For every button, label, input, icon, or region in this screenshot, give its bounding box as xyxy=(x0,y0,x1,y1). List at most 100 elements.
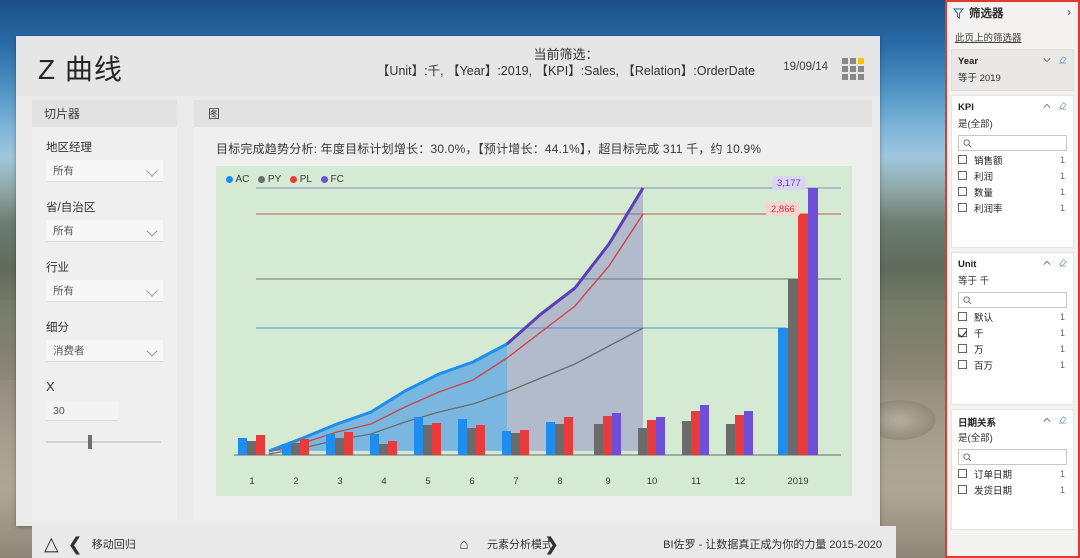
chart-plot-area[interactable]: AC PY PL FC 3,177 2,866 1 2 3 4 5 6 7 8 … xyxy=(216,166,852,496)
x-tick-label: 3 xyxy=(337,476,343,487)
x-value-field[interactable]: 30 xyxy=(46,401,118,421)
current-filter-summary: 当前筛选： 【Unit】:千, 【Year】:2019, 【KPI】:Sales… xyxy=(346,46,786,80)
report-header: Z 曲线 当前筛选： 【Unit】:千, 【Year】:2019, 【KPI】:… xyxy=(16,36,880,96)
chevron-left-icon[interactable]: ❮ xyxy=(68,535,83,553)
slicer-dropdown-segment[interactable]: 消费者 xyxy=(46,340,163,362)
slicer-dropdown-province[interactable]: 所有 xyxy=(46,220,163,242)
filter-card-kpi[interactable]: KPI 是(全部) 销售额 1 利润 1 数量 1 利润率 1 xyxy=(951,95,1074,248)
checkbox-icon[interactable] xyxy=(958,312,967,321)
filter-option-label: 默认 xyxy=(974,312,994,324)
chevron-down-icon xyxy=(146,165,158,177)
filter-option[interactable]: 订单日期 1 xyxy=(958,466,1067,481)
chevron-up-icon[interactable] xyxy=(1043,259,1051,267)
page-title: Z 曲线 xyxy=(38,54,123,85)
home-icon[interactable]: ⌂ xyxy=(459,536,468,553)
filter-pane-header: 筛选器 › xyxy=(947,2,1078,24)
checkbox-icon-checked[interactable] xyxy=(958,328,967,337)
slicer-dropdown-industry[interactable]: 所有 xyxy=(46,280,163,302)
filter-card-unit[interactable]: Unit 等于 千 默认 1 千 1 万 1 百万 1 xyxy=(951,252,1074,405)
filter-pane-title: 筛选器 xyxy=(969,8,1004,20)
bar-py xyxy=(335,438,344,455)
filter-option[interactable]: 数量 1 xyxy=(958,184,1067,199)
grid-cell xyxy=(858,66,864,72)
checkbox-icon[interactable] xyxy=(958,469,967,478)
slicer-panel-body: 地区经理 所有 省/自治区 所有 行业 所有 细分 消费者 X 30 xyxy=(32,127,177,449)
slicer-value: 所有 xyxy=(53,225,74,237)
chevron-up-icon[interactable] xyxy=(1043,102,1051,110)
filter-search-kpi[interactable] xyxy=(958,135,1067,151)
chevron-up-icon[interactable]: △ xyxy=(44,535,59,554)
chevron-right-icon[interactable]: › xyxy=(1067,6,1071,18)
x-slider[interactable] xyxy=(46,435,161,449)
slicer-group-segment: 细分 消费者 xyxy=(46,319,163,362)
filter-card-year[interactable]: Year 等于 2019 xyxy=(951,49,1074,91)
x-tick-label: 10 xyxy=(646,476,658,487)
checkbox-icon[interactable] xyxy=(958,203,967,212)
bar-py xyxy=(638,428,647,455)
chevron-down-icon[interactable] xyxy=(1043,56,1051,64)
chart-panel: 图 目标完成趋势分析: 年度目标计划增长：30.0%，【预计增长：44.1%】，… xyxy=(194,100,872,520)
erase-icon[interactable] xyxy=(1058,55,1067,64)
data-label-pl: 2,866 xyxy=(766,202,800,216)
filter-option[interactable]: 百万 1 xyxy=(958,357,1067,372)
filter-option-count: 1 xyxy=(1059,186,1065,197)
checkbox-icon[interactable] xyxy=(958,344,967,353)
grid-icon[interactable] xyxy=(842,58,864,80)
checkbox-icon[interactable] xyxy=(958,187,967,196)
bar-total-pl xyxy=(798,214,808,455)
x-tick-label: 2019 xyxy=(787,476,809,487)
bar-pl xyxy=(564,417,573,455)
checkbox-icon[interactable] xyxy=(958,171,967,180)
filter-option-label: 订单日期 xyxy=(974,469,1013,481)
filter-summary-heading: 当前筛选： xyxy=(533,47,599,62)
filter-card-date-relation[interactable]: 日期关系 是(全部) 订单日期 1 发货日期 1 xyxy=(951,409,1074,530)
slicer-label: 行业 xyxy=(46,262,69,274)
filter-option[interactable]: 发货日期 1 xyxy=(958,482,1067,497)
chevron-down-icon xyxy=(146,285,158,297)
filter-option[interactable]: 销售额 1 xyxy=(958,152,1067,167)
bar-ac xyxy=(370,434,379,455)
filter-option[interactable]: 千 1 xyxy=(958,325,1067,340)
filter-card-name: Unit xyxy=(958,259,977,270)
erase-icon[interactable] xyxy=(1058,258,1067,267)
filter-option-count: 1 xyxy=(1059,202,1065,213)
grid-cell xyxy=(850,58,856,64)
bar-fc xyxy=(700,405,709,455)
chevron-right-icon[interactable]: ❯ xyxy=(544,535,559,553)
filter-option-label: 万 xyxy=(974,344,984,356)
filter-pane: 筛选器 › 此页上的筛选器 Year 等于 2019 KPI 是(全部) 销售额… xyxy=(945,0,1080,558)
bar-ac xyxy=(326,434,335,455)
slicer-label-x: X xyxy=(46,379,55,394)
bar-ac xyxy=(414,417,423,455)
slicer-label: 省/自治区 xyxy=(46,202,96,214)
bar-py xyxy=(379,444,388,455)
filter-option[interactable]: 利润 1 xyxy=(958,168,1067,183)
search-icon xyxy=(963,138,972,147)
erase-icon[interactable] xyxy=(1058,415,1067,424)
checkbox-icon[interactable] xyxy=(958,360,967,369)
x-slider-thumb[interactable] xyxy=(88,435,92,449)
filter-search-date-relation[interactable] xyxy=(958,449,1067,465)
filter-option-label: 销售额 xyxy=(974,155,1003,167)
checkbox-icon[interactable] xyxy=(958,485,967,494)
bar-ac xyxy=(458,419,467,455)
filter-search-unit[interactable] xyxy=(958,292,1067,308)
bar-py xyxy=(247,441,256,455)
search-icon xyxy=(963,452,972,461)
chart-svg xyxy=(234,187,841,456)
grid-cell-accent xyxy=(858,58,864,64)
filter-option[interactable]: 利润率 1 xyxy=(958,200,1067,215)
bar-py xyxy=(555,424,564,455)
checkbox-icon[interactable] xyxy=(958,155,967,164)
chevron-up-icon[interactable] xyxy=(1043,416,1051,424)
filter-card-icons xyxy=(1043,55,1067,64)
filter-option[interactable]: 默认 1 xyxy=(958,309,1067,324)
nav-prev-label[interactable]: 移动回归 xyxy=(92,536,136,552)
x-tick-label: 9 xyxy=(605,476,611,487)
filter-option[interactable]: 万 1 xyxy=(958,341,1067,356)
x-tick-label: 11 xyxy=(691,476,701,487)
slicer-dropdown-regional-manager[interactable]: 所有 xyxy=(46,160,163,182)
slicer-panel-header: 切片器 xyxy=(32,100,177,127)
bar-pl xyxy=(603,416,612,455)
erase-icon[interactable] xyxy=(1058,101,1067,110)
